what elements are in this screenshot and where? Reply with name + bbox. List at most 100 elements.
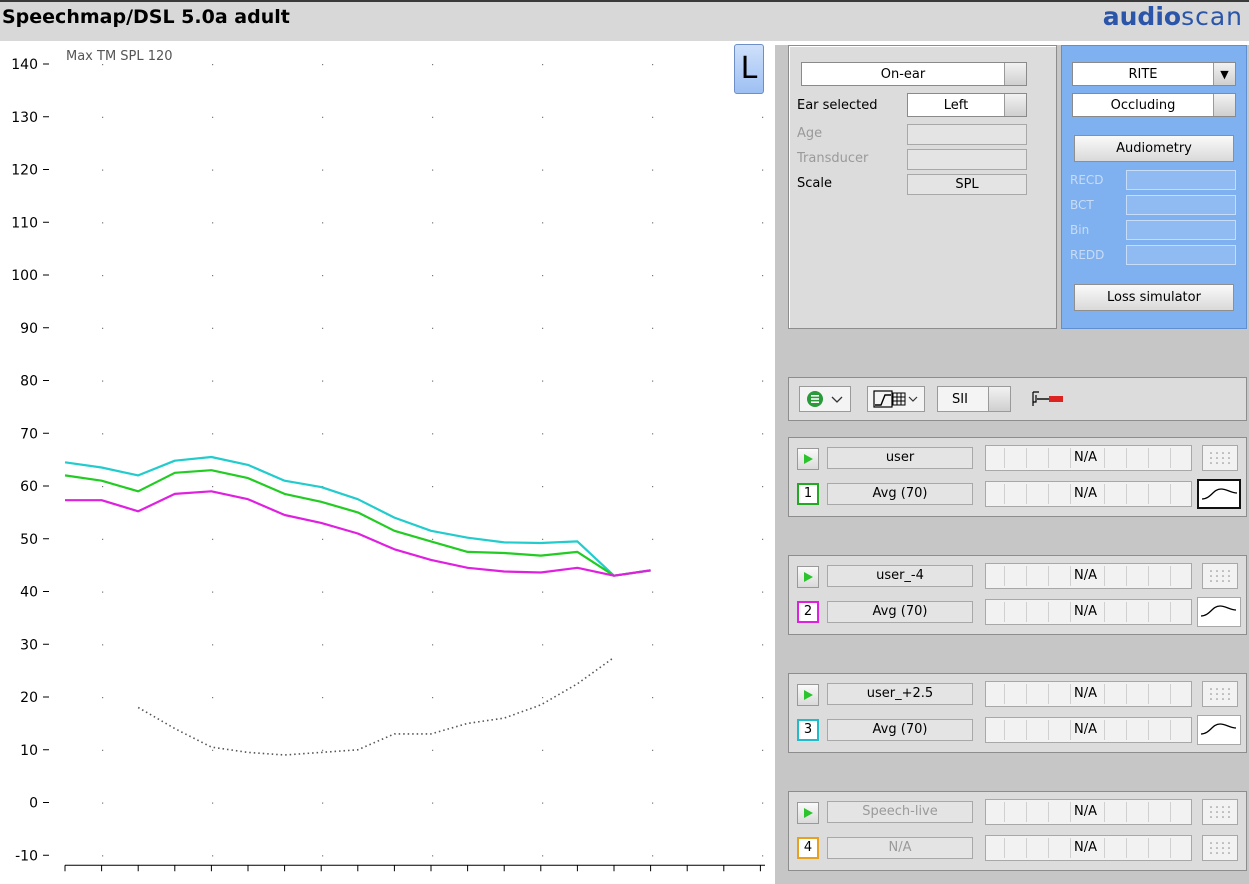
value-tick: [1104, 684, 1105, 704]
brand-bold: audio: [1102, 2, 1182, 31]
session-number[interactable]: 2: [797, 601, 819, 623]
grid-dot: [432, 486, 434, 488]
grid-dot: [212, 591, 214, 593]
value-tick: [1170, 838, 1171, 858]
sii-toggle-button[interactable]: [988, 387, 1010, 411]
ear-toggle-button[interactable]: L: [734, 44, 764, 94]
ear-select[interactable]: Left: [907, 93, 1027, 117]
age-field[interactable]: [907, 124, 1027, 145]
value-tick: [1004, 484, 1005, 504]
display-options-dropdown[interactable]: [799, 386, 851, 412]
grid-dot: [212, 327, 214, 329]
redd-label: REDD: [1070, 248, 1105, 262]
grid-dot: [542, 327, 544, 329]
grid-dot: [102, 380, 104, 382]
stimulus-select[interactable]: user_+2.5: [827, 683, 973, 705]
hearing-threshold-line: [137, 656, 615, 756]
grid-dot: [102, 644, 104, 646]
dotted-grid-glyph: [1210, 452, 1230, 464]
dotted-grid-icon[interactable]: [1202, 681, 1238, 707]
play-button[interactable]: [797, 566, 819, 588]
result-value-text: N/A: [1074, 568, 1097, 583]
value-tick: [1148, 720, 1149, 740]
grid-dot: [762, 116, 764, 118]
result-value: N/A: [985, 799, 1192, 825]
value-tick: [1170, 802, 1171, 822]
session-number[interactable]: 1: [797, 483, 819, 505]
response-curve-glyph: [1201, 488, 1238, 500]
audiometry-button[interactable]: Audiometry: [1074, 135, 1234, 162]
level-select[interactable]: N/A: [827, 837, 973, 859]
grid-dot: [652, 64, 654, 66]
scale-field[interactable]: SPL: [907, 174, 1027, 195]
value-tick: [1170, 484, 1171, 504]
value-tick: [1104, 802, 1105, 822]
level-select[interactable]: Avg (70): [827, 719, 973, 741]
stimulus-select[interactable]: user_-4: [827, 565, 973, 587]
response-curve-icon[interactable]: [1197, 479, 1241, 509]
play-button[interactable]: [797, 802, 819, 824]
grid-dot: [102, 116, 104, 118]
grid-dot: [652, 802, 654, 804]
response-curve-icon[interactable]: [1197, 597, 1241, 627]
result-value: N/A: [985, 835, 1192, 861]
grid-dot: [542, 749, 544, 751]
triangle-down-icon[interactable]: ▼: [1213, 63, 1235, 85]
vent-select[interactable]: Occluding: [1072, 93, 1236, 117]
play-button[interactable]: [797, 684, 819, 706]
play-button[interactable]: [797, 448, 819, 470]
value-tick: [1048, 684, 1049, 704]
bin-field[interactable]: [1126, 220, 1236, 240]
graph-table-dropdown[interactable]: [867, 386, 925, 412]
value-tick: [1026, 720, 1027, 740]
ear-dropdown-button[interactable]: [1004, 94, 1026, 116]
dotted-grid-icon[interactable]: [1202, 563, 1238, 589]
play-icon: [804, 690, 813, 700]
level-select[interactable]: Avg (70): [827, 483, 973, 505]
chevron-down-icon: [908, 396, 918, 402]
speech-response-curve-1: [64, 455, 651, 577]
ear-value: Left: [943, 97, 969, 113]
dotted-grid-icon[interactable]: [1202, 445, 1238, 471]
speech-response-curve-2: [64, 469, 651, 577]
bct-field[interactable]: [1126, 195, 1236, 215]
response-curve-icon[interactable]: [1197, 715, 1241, 745]
value-tick: [1004, 720, 1005, 740]
value-tick: [1004, 684, 1005, 704]
play-icon: [804, 454, 813, 464]
vent-dropdown-button[interactable]: [1213, 94, 1235, 116]
probe-tube-button[interactable]: [1027, 386, 1067, 412]
test-settings-panel: On-ear Ear selected Left Age Transducer …: [788, 45, 1057, 329]
grid-dot: [212, 644, 214, 646]
value-tick: [1148, 802, 1149, 822]
chevron-down-icon: [831, 396, 843, 403]
grid-dot: [432, 327, 434, 329]
grid-dot: [652, 697, 654, 699]
session-number[interactable]: 4: [797, 837, 819, 859]
speechmap-chart[interactable]: Max TM SPL 120 -10 0 10 20 30 40 50 60 70 80 90 100 1…: [0, 44, 775, 884]
stimulus-select[interactable]: Speech-live: [827, 801, 973, 823]
dotted-grid-icon[interactable]: [1202, 835, 1238, 861]
redd-field[interactable]: [1126, 245, 1236, 265]
value-tick: [1048, 484, 1049, 504]
loss-simulator-button[interactable]: Loss simulator: [1074, 284, 1234, 311]
mode-select[interactable]: On-ear: [801, 62, 1027, 86]
y-tick-label: 60: [20, 479, 38, 495]
session-number[interactable]: 3: [797, 719, 819, 741]
value-tick: [1070, 448, 1071, 468]
grid-dot: [322, 64, 324, 66]
grid-dot: [432, 433, 434, 435]
level-select[interactable]: Avg (70): [827, 601, 973, 623]
stimulus-select[interactable]: user: [827, 447, 973, 469]
test-session-4: Speech-live N/A 4 N/A N/A: [788, 791, 1247, 871]
transducer-field[interactable]: [907, 149, 1027, 170]
dotted-grid-icon[interactable]: [1202, 799, 1238, 825]
grid-dot: [652, 538, 654, 540]
sii-toggle[interactable]: SII: [937, 386, 1011, 412]
mode-dropdown-button[interactable]: [1004, 63, 1026, 85]
grid-dot: [322, 749, 324, 751]
value-tick: [1126, 684, 1127, 704]
grid-dot: [102, 222, 104, 224]
recd-field[interactable]: [1126, 170, 1236, 190]
instrument-style-select[interactable]: RITE ▼: [1072, 62, 1236, 86]
